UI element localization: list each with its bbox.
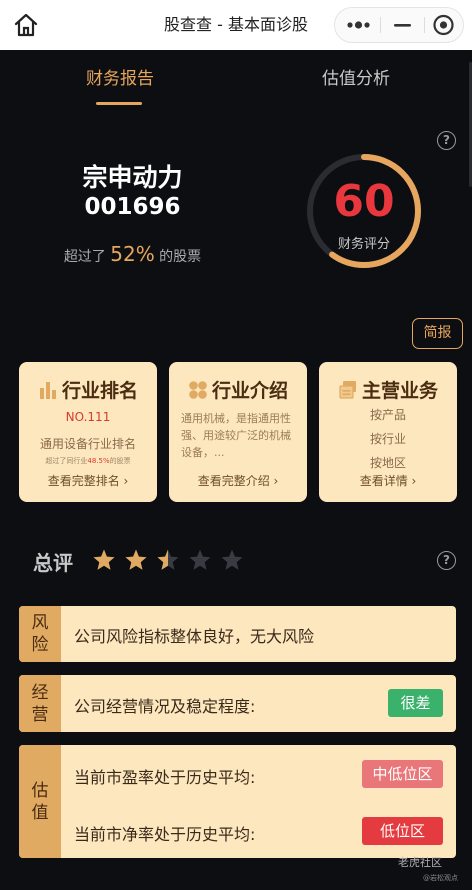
- pe-status-badge: 中低位区: [362, 760, 443, 788]
- tab-bar: 财务报告 估值分析: [0, 50, 472, 110]
- target-close-icon[interactable]: [422, 8, 465, 42]
- beat-percentage: 52%: [110, 242, 155, 266]
- title-bar: 股查查 - 基本面诊股: [0, 0, 472, 50]
- industry-beat-pct: 48.5%: [87, 457, 110, 465]
- industry-beat-prefix: 超过了同行业: [45, 457, 88, 465]
- operation-text: 公司经营情况及稳定程度:: [74, 697, 256, 716]
- minimize-icon[interactable]: [381, 8, 424, 42]
- valuation-row: 估值 当前市盈率处于历史平均: 中低位区 当前市净率处于历史平均: 低位区: [19, 745, 456, 858]
- industry-rank-card[interactable]: 行业排名 NO.111 通用设备行业排名 超过了同行业48.5%的股票 查看完整…: [19, 362, 157, 502]
- question-circle-icon[interactable]: ?: [437, 551, 456, 570]
- main-business-card[interactable]: 主营业务 按产品 按行业 按地区 查看详情 ›: [319, 362, 457, 502]
- industry-intro-card[interactable]: 行业介绍 通用机械，是指通用性强、用途较广泛的机械设备，... 查看完整介绍 ›: [169, 362, 307, 502]
- star-icon: [93, 549, 115, 570]
- bar-chart-icon: [39, 382, 56, 399]
- pb-text: 当前市净率处于历史平均:: [74, 825, 256, 844]
- risk-tag-label: 风险: [31, 613, 49, 655]
- active-tab-indicator: [96, 102, 142, 105]
- four-circles-icon: [189, 381, 207, 399]
- risk-tag: 风险: [19, 606, 61, 662]
- main-business-title: 主营业务: [361, 380, 438, 402]
- valuation-tag: 估值: [19, 745, 61, 858]
- view-business-details-link[interactable]: 查看详情 ›: [319, 472, 457, 489]
- risk-row: 风险 公司风险指标整体良好，无大风险: [19, 606, 456, 662]
- operation-status-badge: 很差: [388, 689, 443, 717]
- more-dots-icon[interactable]: [337, 8, 380, 42]
- valuation-tag-label: 估值: [31, 780, 49, 823]
- home-icon[interactable]: [12, 11, 40, 39]
- business-by-industry[interactable]: 按行业: [319, 430, 457, 447]
- mini-program-capsule: [334, 7, 464, 43]
- industry-beat-text: 超过了同行业48.5%的股票: [19, 456, 157, 466]
- tab-financial-report[interactable]: 财务报告: [40, 64, 200, 89]
- industry-rank-label: 通用设备行业排名: [39, 437, 136, 451]
- financial-score-label: 财务评分: [337, 237, 390, 252]
- business-by-region[interactable]: 按地区: [319, 454, 457, 471]
- industry-rank-number: NO.111: [65, 410, 111, 424]
- beat-prefix: 超过了: [63, 249, 106, 265]
- industry-intro-title: 行业介绍: [211, 380, 288, 402]
- industry-beat-suffix: 的股票: [109, 457, 131, 465]
- overall-rating-title: 总评: [33, 551, 73, 575]
- business-by-product[interactable]: 按产品: [319, 406, 457, 423]
- industry-rank-title: 行业排名: [61, 380, 138, 402]
- financial-score: 60: [333, 176, 395, 227]
- view-full-intro-link[interactable]: 查看完整介绍 ›: [169, 472, 307, 489]
- star-icon: [189, 549, 211, 570]
- company-name: 宗申动力: [82, 163, 183, 192]
- operation-tag-label: 经营: [31, 682, 49, 725]
- operation-tag: 经营: [19, 675, 61, 732]
- beat-percentage-text: 超过了 52% 的股票: [40, 242, 225, 266]
- risk-text: 公司风险指标整体良好，无大风险: [74, 627, 315, 646]
- operation-row: 经营 公司经营情况及稳定程度: 很差: [19, 675, 456, 732]
- star-icon: [125, 549, 147, 570]
- pe-text: 当前市盈率处于历史平均:: [74, 768, 256, 787]
- beat-suffix: 的股票: [159, 249, 202, 265]
- industry-rank-header: 行业排名: [19, 376, 157, 403]
- tab-valuation-analysis[interactable]: 估值分析: [276, 64, 436, 89]
- watermark: 老虎社区: [398, 856, 442, 869]
- watermark-sub: @岩松观点: [423, 874, 458, 882]
- question-circle-icon[interactable]: ?: [437, 131, 456, 150]
- brief-report-button[interactable]: 简报: [412, 318, 463, 349]
- industry-intro-header: 行业介绍: [169, 376, 307, 403]
- stock-code: 001696: [84, 194, 181, 220]
- main-business-header: 主营业务: [319, 376, 457, 403]
- industry-intro-text: 通用机械，是指通用性强、用途较广泛的机械设备，...: [181, 412, 291, 459]
- star-icon: [221, 549, 243, 570]
- star-icon: [157, 549, 179, 570]
- view-full-rank-link[interactable]: 查看完整排名 ›: [19, 472, 157, 489]
- pb-status-badge: 低位区: [362, 817, 443, 845]
- stack-icon: [339, 381, 356, 399]
